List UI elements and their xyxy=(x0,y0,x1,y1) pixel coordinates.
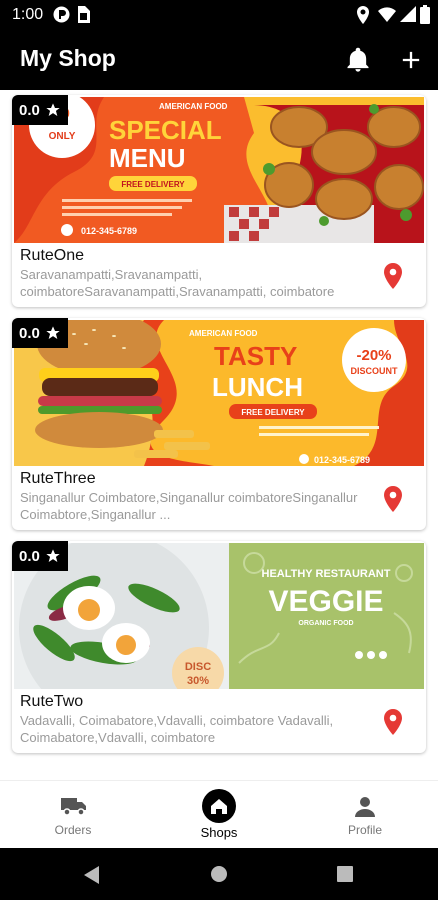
banner-pill-text: FREE DELIVERY xyxy=(241,408,305,417)
map-pin-icon xyxy=(384,263,402,289)
shop-name: RuteThree xyxy=(20,470,96,487)
location-button[interactable] xyxy=(384,709,402,740)
wifi-icon xyxy=(378,7,396,22)
home-icon[interactable] xyxy=(210,865,228,883)
bell-icon xyxy=(347,47,369,72)
status-bar: 1:00 xyxy=(0,0,438,30)
banner-headline: MENU xyxy=(109,143,186,173)
battery-icon xyxy=(420,5,430,24)
star-icon xyxy=(46,103,60,116)
banner-badge-text: ONLY xyxy=(49,131,76,142)
banner-headline: SPECIAL xyxy=(109,115,222,145)
star-icon xyxy=(46,549,60,562)
veggie-banner-image: DISC 30% HEALTHY RESTAURANT VEGGIE ORGAN… xyxy=(14,543,424,689)
shop-name: RuteOne xyxy=(20,247,85,264)
shop-banner: AMERICAN FOOD TASTY LUNCH FREE DELIVERY … xyxy=(14,320,424,466)
location-button[interactable] xyxy=(384,486,402,517)
nav-label: Shops xyxy=(200,825,238,840)
special-menu-banner-image: $9 ONLY AMERICAN FOOD SPECIAL MENU FREE … xyxy=(14,97,424,243)
banner-headline: VEGGIE xyxy=(268,585,383,618)
rating-badge: 0.0 xyxy=(12,541,68,571)
banner-top-text: AMERICAN FOOD xyxy=(159,102,228,111)
map-pin-icon xyxy=(384,486,402,512)
add-shop-button[interactable] xyxy=(397,46,427,76)
signal-icon xyxy=(400,6,416,22)
nav-profile[interactable]: Profile xyxy=(292,781,438,849)
banner-phone: 012-345-6789 xyxy=(81,226,137,236)
system-navigation-bar xyxy=(0,848,438,900)
rating-value: 0.0 xyxy=(19,548,40,565)
banner-top-text: AMERICAN FOOD xyxy=(189,329,258,338)
recents-icon[interactable] xyxy=(337,866,353,882)
banner-discount: -20% xyxy=(356,347,391,364)
banner-headline: LUNCH xyxy=(212,372,303,402)
nav-orders[interactable]: Orders xyxy=(0,781,146,849)
rating-badge: 0.0 xyxy=(12,318,68,348)
bottom-navigation: Orders Shops Profile xyxy=(0,780,438,849)
notifications-button[interactable] xyxy=(344,46,374,76)
rating-value: 0.0 xyxy=(19,102,40,119)
shop-address: Singanallur Coimbatore,Singanallur coimb… xyxy=(20,490,358,522)
shop-address: Vadavalli, Coimabatore,Vdavalli, coimbat… xyxy=(20,713,334,745)
banner-disc: DISC xyxy=(185,661,211,673)
star-icon xyxy=(46,326,60,339)
banner-phone: 012-345-6789 xyxy=(314,455,370,465)
plus-icon xyxy=(402,51,420,69)
rating-value: 0.0 xyxy=(19,325,40,342)
status-time: 1:00 xyxy=(12,6,44,23)
shop-address: Saravanampatti,Sravanampatti, coimbatore… xyxy=(20,267,335,299)
location-button[interactable] xyxy=(384,263,402,294)
map-pin-icon xyxy=(384,709,402,735)
nav-shops[interactable]: Shops xyxy=(146,781,292,849)
banner-headline: TASTY xyxy=(214,341,297,371)
shop-banner: DISC 30% HEALTHY RESTAURANT VEGGIE ORGAN… xyxy=(14,543,424,689)
page-title: My Shop xyxy=(20,45,116,71)
banner-pill-text: FREE DELIVERY xyxy=(121,180,185,189)
store-icon xyxy=(202,789,236,823)
banner-sub: ORGANIC FOOD xyxy=(298,620,353,627)
shop-list: $9 ONLY AMERICAN FOOD SPECIAL MENU FREE … xyxy=(0,90,438,780)
person-icon xyxy=(355,797,375,817)
shop-card[interactable]: $9 ONLY AMERICAN FOOD SPECIAL MENU FREE … xyxy=(12,95,426,307)
location-status-icon xyxy=(357,6,369,24)
app-bar: My Shop xyxy=(0,30,438,90)
banner-disc-pct: 30% xyxy=(187,675,209,687)
shop-banner: $9 ONLY AMERICAN FOOD SPECIAL MENU FREE … xyxy=(14,97,424,243)
banner-discount-word: DISCOUNT xyxy=(351,366,399,376)
shop-name: RuteTwo xyxy=(20,693,84,710)
rating-badge: 0.0 xyxy=(12,95,68,125)
nav-label: Orders xyxy=(54,823,92,837)
app-notification-icon xyxy=(53,6,70,23)
sim-card-icon xyxy=(78,6,90,23)
truck-icon xyxy=(61,798,86,816)
shop-card[interactable]: AMERICAN FOOD TASTY LUNCH FREE DELIVERY … xyxy=(12,318,426,530)
back-icon[interactable] xyxy=(82,865,100,885)
banner-top-text: HEALTHY RESTAURANT xyxy=(262,568,391,580)
shop-card[interactable]: DISC 30% HEALTHY RESTAURANT VEGGIE ORGAN… xyxy=(12,541,426,753)
nav-label: Profile xyxy=(347,823,382,837)
tasty-lunch-banner-image: AMERICAN FOOD TASTY LUNCH FREE DELIVERY … xyxy=(14,320,424,466)
